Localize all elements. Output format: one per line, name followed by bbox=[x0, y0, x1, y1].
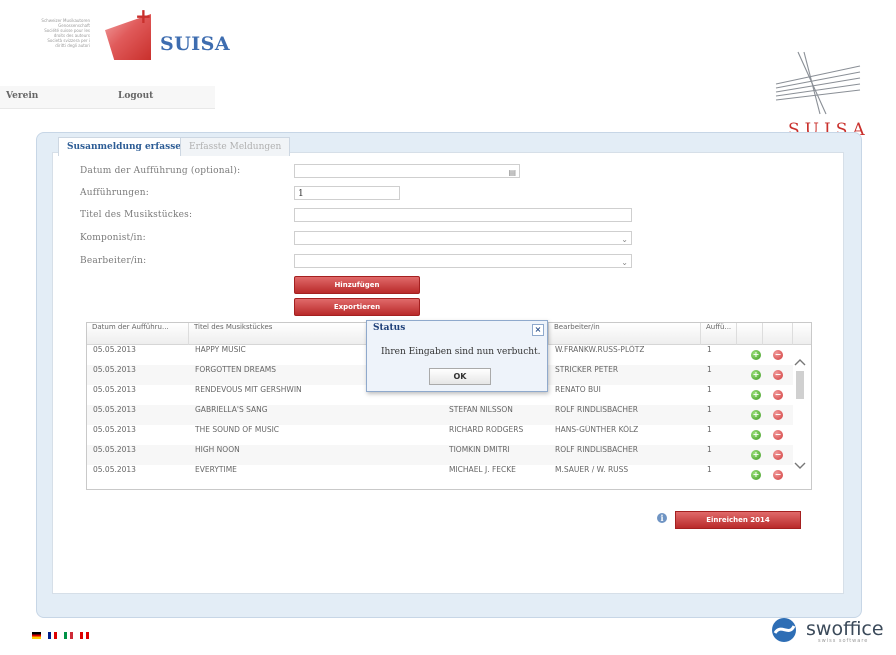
title-field[interactable] bbox=[294, 208, 632, 222]
nav-bar: Verein Logout bbox=[0, 86, 215, 109]
column-header[interactable]: Datum der Aufführu... bbox=[87, 323, 189, 345]
add-row-icon[interactable]: + bbox=[751, 390, 761, 400]
arranger-label: Bearbeiter/in: bbox=[80, 256, 147, 266]
cell-arranger: ROLF RINDLISBACHER bbox=[555, 405, 638, 414]
composer-label: Komponist/in: bbox=[80, 233, 146, 243]
column-header[interactable]: Bearbeiter/in bbox=[549, 323, 701, 345]
footer-tagline: swiss software bbox=[818, 638, 869, 644]
column-header bbox=[793, 323, 811, 345]
cell-composer: TIOMKIN DMITRI bbox=[449, 445, 510, 454]
add-row-icon[interactable]: + bbox=[751, 470, 761, 480]
cell-arranger: STRICKER PETER bbox=[555, 365, 619, 374]
cell-date: 05.05.2013 bbox=[93, 405, 136, 414]
cell-date: 05.05.2013 bbox=[93, 465, 136, 474]
count-label: Aufführungen: bbox=[80, 188, 149, 198]
cell-title: HAPPY MUSIC bbox=[195, 345, 246, 354]
remove-row-icon[interactable]: − bbox=[773, 370, 783, 380]
remove-row-icon[interactable]: − bbox=[773, 390, 783, 400]
table-row[interactable]: 05.05.2013 THE SOUND OF MUSIC RICHARD RO… bbox=[87, 425, 793, 445]
org-text-block: Schweizer Musikautoren Genossenschaft So… bbox=[22, 18, 90, 70]
add-row-icon[interactable]: + bbox=[751, 450, 761, 460]
cell-count: 1 bbox=[707, 345, 712, 354]
cell-date: 05.05.2013 bbox=[93, 365, 136, 374]
swoffice-logo-icon bbox=[772, 618, 796, 642]
title-label: Titel des Musikstückes: bbox=[80, 210, 193, 220]
scroll-thumb bbox=[796, 371, 804, 399]
cell-arranger: RENATO BUI bbox=[555, 385, 601, 394]
cell-composer: MICHAEL J. FECKE bbox=[449, 465, 516, 474]
cell-arranger: ROLF RINDLISBACHER bbox=[555, 445, 638, 454]
cross-icon: + bbox=[135, 4, 152, 28]
ok-button[interactable]: OK bbox=[429, 368, 491, 385]
chevron-down-icon[interactable]: ⌄ bbox=[621, 233, 628, 247]
remove-row-icon[interactable]: − bbox=[773, 350, 783, 360]
cell-count: 1 bbox=[707, 365, 712, 374]
cell-date: 05.05.2013 bbox=[93, 345, 136, 354]
cell-composer: STEFAN NILSSON bbox=[449, 405, 513, 414]
chevron-down-icon[interactable]: ⌄ bbox=[621, 256, 628, 270]
nav-item-logout[interactable]: Logout bbox=[118, 91, 153, 101]
remove-row-icon[interactable]: − bbox=[773, 470, 783, 480]
nav-item-verein[interactable]: Verein bbox=[6, 91, 38, 101]
cell-title: THE SOUND OF MUSIC bbox=[195, 425, 280, 434]
date-label: Datum der Aufführung (optional): bbox=[80, 166, 241, 176]
flag-ch-icon[interactable] bbox=[80, 632, 90, 639]
flag-it-icon[interactable] bbox=[64, 632, 74, 639]
tab-erfassen[interactable]: Susanmeldung erfassen bbox=[58, 137, 197, 156]
table-row[interactable]: 05.05.2013 HIGH NOON TIOMKIN DMITRI ROLF… bbox=[87, 445, 793, 465]
cell-count: 1 bbox=[707, 465, 712, 474]
cell-date: 05.05.2013 bbox=[93, 385, 136, 394]
remove-row-icon[interactable]: − bbox=[773, 450, 783, 460]
scroll-up-icon bbox=[794, 359, 806, 366]
add-row-icon[interactable]: + bbox=[751, 430, 761, 440]
cell-arranger: M.SAUER / W. RUSS bbox=[555, 465, 629, 474]
remove-row-icon[interactable]: − bbox=[773, 430, 783, 440]
column-header bbox=[737, 323, 763, 345]
add-row-icon[interactable]: + bbox=[751, 410, 761, 420]
add-button[interactable]: Hinzufügen bbox=[294, 276, 420, 294]
add-row-icon[interactable]: + bbox=[751, 350, 761, 360]
cell-title: EVERYTIME bbox=[195, 465, 237, 474]
cell-composer: RICHARD RODGERS bbox=[449, 425, 524, 434]
footer-brand: swoffice bbox=[806, 618, 884, 640]
status-dialog: Status × Ihren Eingaben sind nun verbuch… bbox=[366, 320, 548, 392]
column-header bbox=[763, 323, 793, 345]
cell-date: 05.05.2013 bbox=[93, 425, 136, 434]
cell-date: 05.05.2013 bbox=[93, 445, 136, 454]
date-field[interactable]: ▤ bbox=[294, 164, 520, 178]
flag-de-icon[interactable] bbox=[32, 632, 41, 639]
info-icon[interactable]: i bbox=[657, 513, 667, 523]
cell-title: HIGH NOON bbox=[195, 445, 240, 454]
cell-count: 1 bbox=[707, 425, 712, 434]
language-flags bbox=[32, 624, 91, 639]
composer-select[interactable]: ⌄ bbox=[294, 231, 632, 245]
remove-row-icon[interactable]: − bbox=[773, 410, 783, 420]
app-title: SUISA bbox=[160, 33, 231, 55]
count-field[interactable]: 1 bbox=[294, 186, 400, 200]
cell-count: 1 bbox=[707, 405, 712, 414]
add-row-icon[interactable]: + bbox=[751, 370, 761, 380]
dialog-title: Status bbox=[373, 323, 406, 333]
scroll-down-icon bbox=[794, 462, 806, 469]
table-row[interactable]: 05.05.2013 GABRIELLA'S SANG STEFAN NILSS… bbox=[87, 405, 793, 425]
cell-count: 1 bbox=[707, 385, 712, 394]
cell-arranger: HANS-GÜNTHER KÖLZ bbox=[555, 425, 639, 434]
flag-fr-icon[interactable] bbox=[48, 632, 58, 639]
table-row[interactable]: 05.05.2013 EVERYTIME MICHAEL J. FECKE M.… bbox=[87, 465, 793, 485]
column-header[interactable]: Auffü... bbox=[701, 323, 737, 345]
submit-button[interactable]: Einreichen 2014 bbox=[675, 511, 801, 529]
cell-title: FORGOTTEN DREAMS bbox=[195, 365, 276, 374]
table-scrollbar[interactable] bbox=[792, 345, 808, 485]
close-icon[interactable]: × bbox=[532, 324, 544, 336]
cell-title: RENDEVOUS MIT GERSHWIN bbox=[195, 385, 302, 394]
arranger-select[interactable]: ⌄ bbox=[294, 254, 632, 268]
tab-erfasste-meldungen[interactable]: Erfasste Meldungen bbox=[180, 137, 291, 156]
dialog-message: Ihren Eingaben sind nun verbucht. bbox=[381, 347, 541, 357]
org-line: diritti degli autori bbox=[55, 43, 90, 48]
cell-title: GABRIELLA'S SANG bbox=[195, 405, 268, 414]
export-button[interactable]: Exportieren bbox=[294, 298, 420, 316]
calendar-icon[interactable]: ▤ bbox=[508, 166, 516, 180]
cell-arranger: W.FRANKW.RUSS-PLÖTZ bbox=[555, 345, 645, 354]
cell-count: 1 bbox=[707, 445, 712, 454]
